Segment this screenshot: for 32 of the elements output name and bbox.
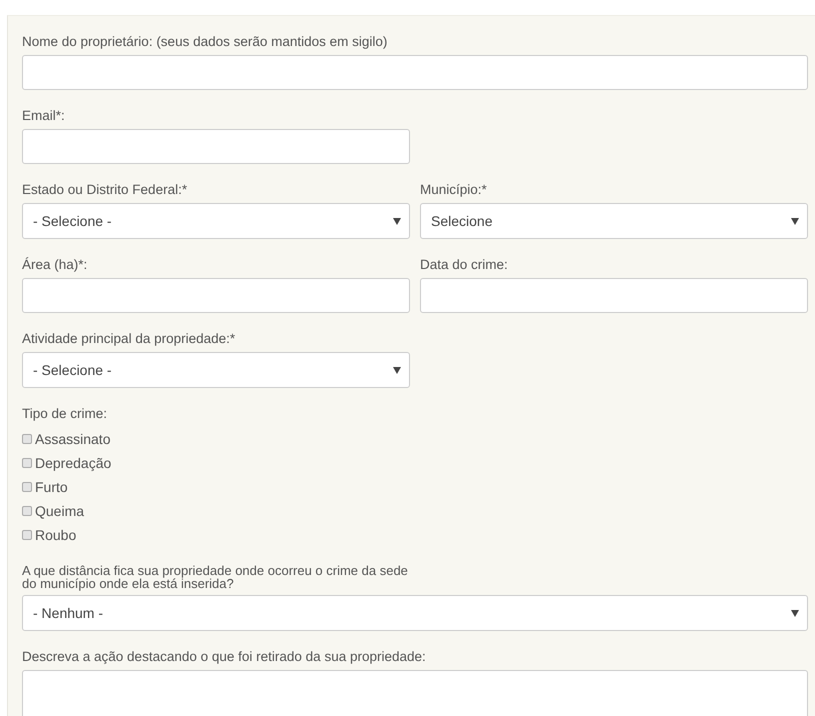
field-label: Atividade principal da propriedade:* bbox=[22, 330, 236, 347]
checkbox[interactable] bbox=[22, 530, 32, 540]
field-label: Descreva a ação destacando o que foi retirado da sua propriedade: bbox=[22, 648, 427, 665]
dropdown[interactable]: - Selecione - bbox=[22, 352, 410, 388]
caret-icon bbox=[791, 218, 799, 224]
checkbox-label[interactable]: Queima bbox=[35, 503, 84, 519]
input-field[interactable] bbox=[22, 278, 410, 313]
caret-icon bbox=[791, 610, 799, 616]
field-label: A que distância fica sua propriedade onde ocorreu o crime da sede do município onde ela está inserida? bbox=[22, 564, 409, 590]
field-label: Data do crime: bbox=[420, 256, 509, 273]
dropdown[interactable]: - Nenhum - bbox=[22, 595, 808, 631]
checkbox[interactable] bbox=[22, 458, 32, 468]
field-label: Email*: bbox=[22, 107, 66, 124]
input-field[interactable] bbox=[420, 278, 808, 313]
field-label: Área (ha)*: bbox=[22, 256, 88, 273]
field-label: Nome do proprietário: (seus dados serão mantidos em sigilo) bbox=[22, 33, 388, 50]
input-field[interactable] bbox=[22, 55, 808, 90]
input-field[interactable] bbox=[22, 129, 410, 164]
field-label: Município:* bbox=[420, 181, 488, 198]
checkbox-label[interactable]: Furto bbox=[35, 479, 68, 495]
dropdown[interactable]: - Selecione - bbox=[22, 203, 410, 239]
field-label: Tipo de crime: bbox=[22, 405, 108, 422]
field-label: Estado ou Distrito Federal:* bbox=[22, 181, 188, 198]
caret-icon bbox=[393, 218, 401, 224]
checkbox-label[interactable]: Assassinato bbox=[35, 431, 110, 447]
checkbox[interactable] bbox=[22, 482, 32, 492]
checkbox-label[interactable]: Depredação bbox=[35, 455, 112, 471]
checkbox-label[interactable]: Roubo bbox=[35, 527, 76, 543]
checkbox[interactable] bbox=[22, 506, 32, 516]
caret-icon bbox=[393, 366, 401, 374]
checkbox[interactable] bbox=[22, 434, 32, 444]
dropdown[interactable]: Selecione bbox=[420, 203, 808, 239]
